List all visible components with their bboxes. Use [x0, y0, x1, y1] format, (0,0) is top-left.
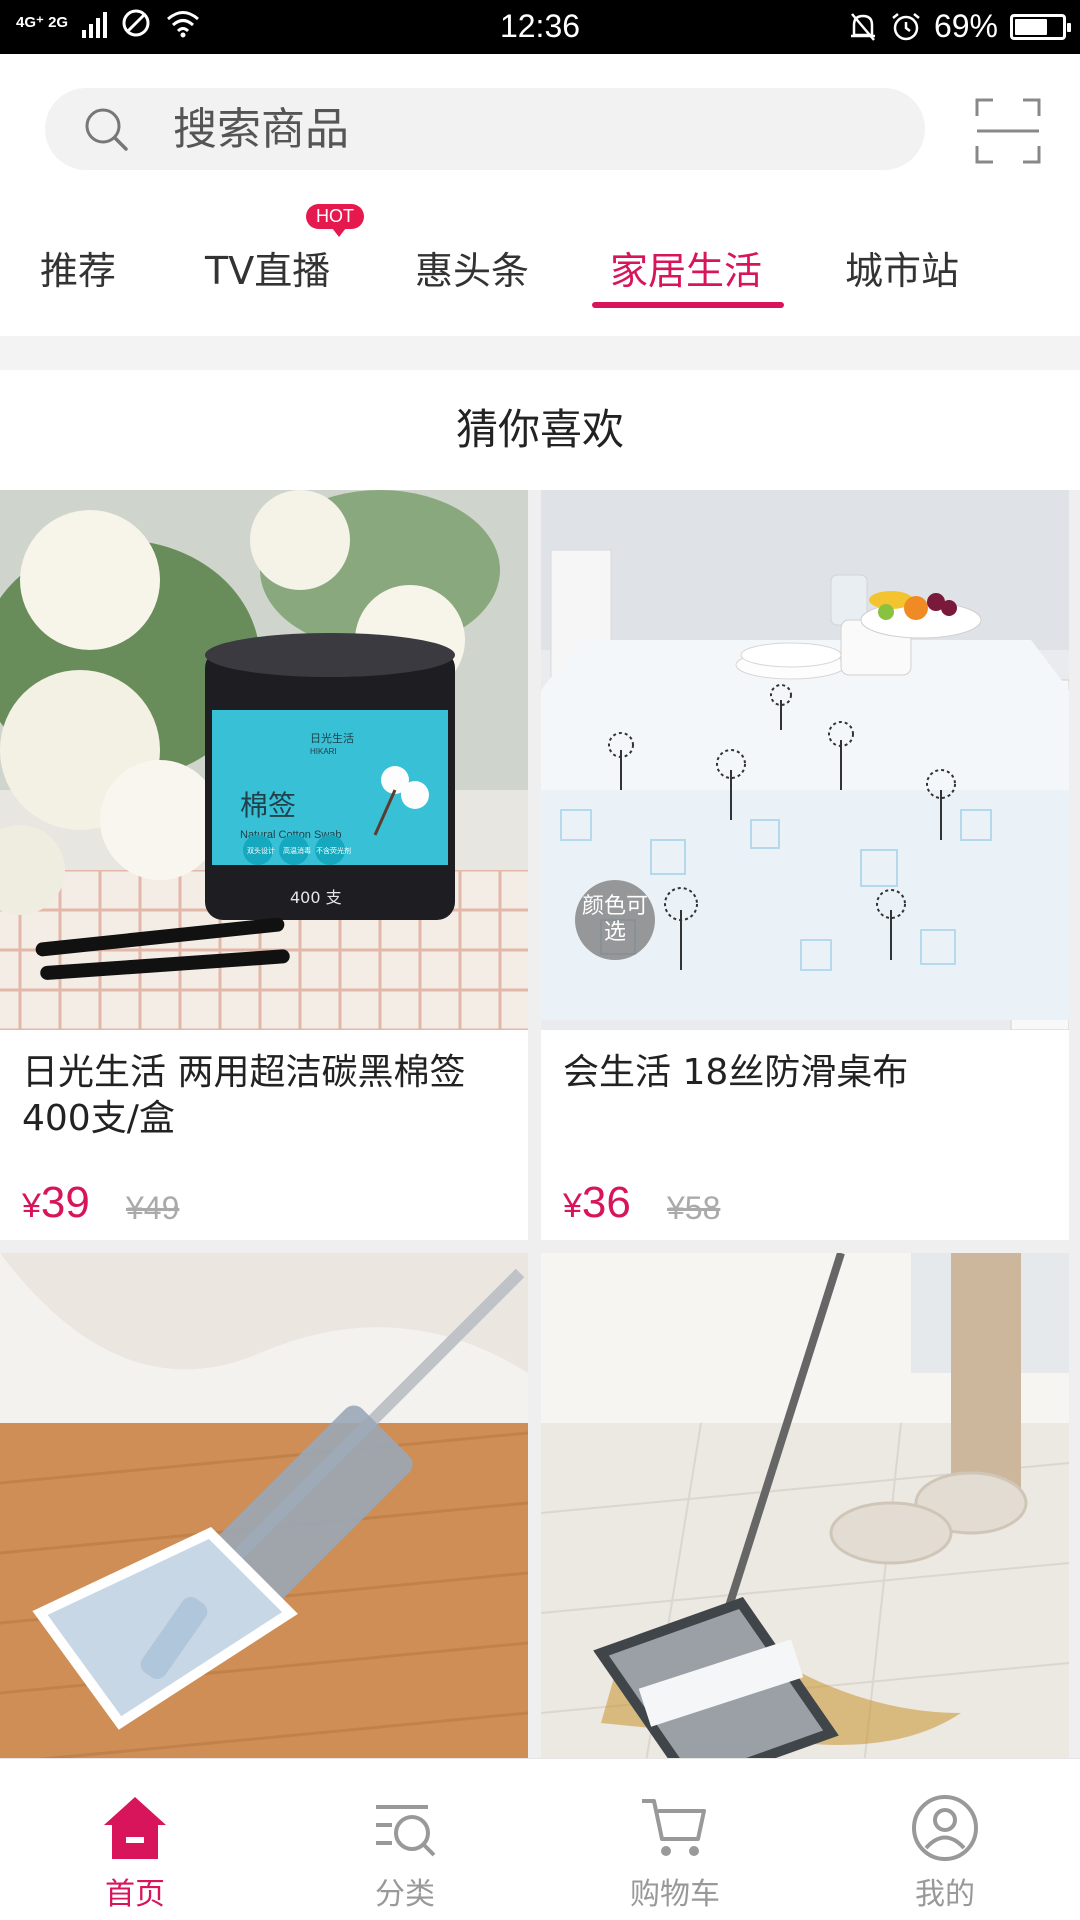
nav-label-profile: 我的 — [915, 1877, 975, 1912]
cart-icon — [642, 1799, 706, 1856]
profile-icon — [912, 1795, 978, 1861]
product-price: ¥39 — [22, 1178, 90, 1228]
search-icon — [85, 108, 128, 151]
hot-badge: HOT — [306, 204, 364, 237]
status-bar: 4G⁺ 2G 12:36 69% — [0, 0, 1080, 54]
package-feature-2: 高温消毒 — [283, 846, 311, 855]
original-price: ¥49 — [126, 1190, 180, 1226]
notification-muted-icon — [850, 12, 875, 41]
tab-home-living[interactable]: 家居生活 — [610, 240, 762, 295]
tab-headlines[interactable]: 惠头条 — [415, 240, 529, 295]
active-tab-indicator — [592, 302, 784, 308]
price-value: 36 — [581, 1178, 631, 1227]
color-options-badge: 颜色可选 — [575, 880, 655, 960]
package-feature-1: 双头设计 — [247, 846, 275, 855]
battery-percent: 69% — [933, 8, 998, 44]
nav-label-home: 首页 — [105, 1877, 165, 1912]
product-image-tablecloth[interactable]: 颜色可选 — [541, 490, 1069, 1030]
scan-icon[interactable] — [975, 98, 1041, 164]
nav-home[interactable]: 首页 — [0, 1759, 270, 1920]
package-count: 400 支 — [290, 888, 342, 907]
battery-fill — [1015, 18, 1047, 35]
home-icon — [104, 1797, 166, 1859]
section-divider — [0, 336, 1080, 370]
currency-symbol: ¥ — [22, 1187, 41, 1225]
product-grid: 棉签 Natural Cotton Swab 日光生活 HIKARI 400 支… — [0, 490, 1080, 1758]
tab-city-station[interactable]: 城市站 — [845, 240, 959, 295]
battery-icon — [1010, 13, 1071, 40]
package-brand-en: HIKARI — [310, 747, 337, 756]
tab-tv-live[interactable]: TV直播 — [205, 240, 330, 295]
search-header — [0, 54, 1080, 204]
package-title-cn: 棉签 — [240, 789, 296, 822]
tab-recommend[interactable]: 推荐 — [40, 240, 116, 295]
alarm-icon — [892, 12, 920, 40]
package-feature-3: 不含荧光剂 — [316, 846, 351, 855]
section-title: 猜你喜欢 — [0, 370, 1080, 490]
category-search-icon — [376, 1805, 436, 1857]
nav-label-category: 分类 — [375, 1877, 435, 1912]
search-bar[interactable] — [45, 88, 925, 170]
nav-category[interactable]: 分类 — [270, 1759, 540, 1920]
nav-cart[interactable]: 购物车 — [540, 1759, 810, 1920]
package-brand-cn: 日光生活 — [310, 731, 354, 745]
product-card-cotton-swab[interactable]: 棉签 Natural Cotton Swab 日光生活 HIKARI 400 支… — [0, 490, 528, 1240]
product-card-spray-mop[interactable] — [0, 1253, 528, 1758]
price-value: 39 — [40, 1178, 90, 1227]
category-tabs: 推荐 TV直播 HOT 惠头条 家居生活 城市站 — [0, 204, 1080, 336]
product-card-flat-mop[interactable] — [541, 1253, 1069, 1758]
search-input[interactable] — [173, 96, 873, 162]
nav-label-cart: 购物车 — [630, 1877, 720, 1912]
product-image-spray-mop[interactable] — [0, 1253, 528, 1758]
product-card-tablecloth[interactable]: 颜色可选 会生活 18丝防滑桌布 ¥36 ¥58 — [541, 490, 1069, 1240]
product-image-flat-mop[interactable] — [541, 1253, 1069, 1758]
bottom-navigation: 首页 分类 购物车 我的 — [0, 1758, 1080, 1920]
product-name[interactable]: 日光生活 两用超洁碳黑棉签400支/盒 — [22, 1050, 512, 1142]
product-image-cotton-swab[interactable]: 棉签 Natural Cotton Swab 日光生活 HIKARI 400 支… — [0, 490, 528, 1030]
currency-symbol: ¥ — [563, 1187, 582, 1225]
nav-profile[interactable]: 我的 — [810, 1759, 1080, 1920]
original-price: ¥58 — [667, 1190, 721, 1226]
product-name[interactable]: 会生活 18丝防滑桌布 — [563, 1050, 1053, 1096]
product-price: ¥36 — [563, 1178, 631, 1228]
